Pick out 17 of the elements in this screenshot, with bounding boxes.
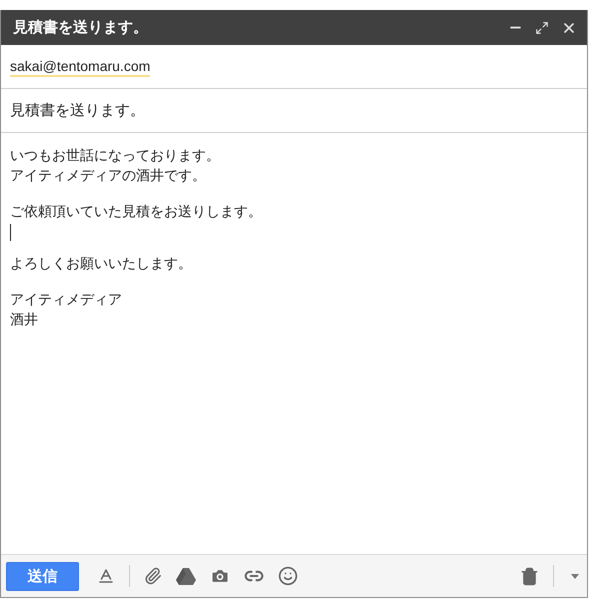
send-button[interactable]: 送信 [6,562,79,590]
body-text: ご依頼頂いていた見積をお送りします。 [10,202,263,221]
body-text: いつもお世話になっております。 [10,146,221,165]
smiley-icon[interactable] [278,566,298,586]
body-text: よろしくお願いいたします。 [10,254,193,273]
body-text: アイティメディアの酒井です。 [10,166,207,185]
paperclip-icon[interactable] [144,567,162,585]
trash-icon[interactable] [520,566,539,586]
recipient-chip[interactable]: sakai@tentomaru.com [10,56,150,76]
expand-icon[interactable] [535,20,549,34]
text-format-icon[interactable] [97,567,115,585]
dropdown-icon[interactable] [568,571,582,581]
window-title: 見積書を送ります。 [13,18,149,37]
body-text: 酒井 [10,310,39,329]
body-text: アイティメディア [10,290,123,309]
triangle-icon[interactable] [176,567,196,585]
subject-field[interactable]: 見積書を送ります。 [10,101,145,120]
